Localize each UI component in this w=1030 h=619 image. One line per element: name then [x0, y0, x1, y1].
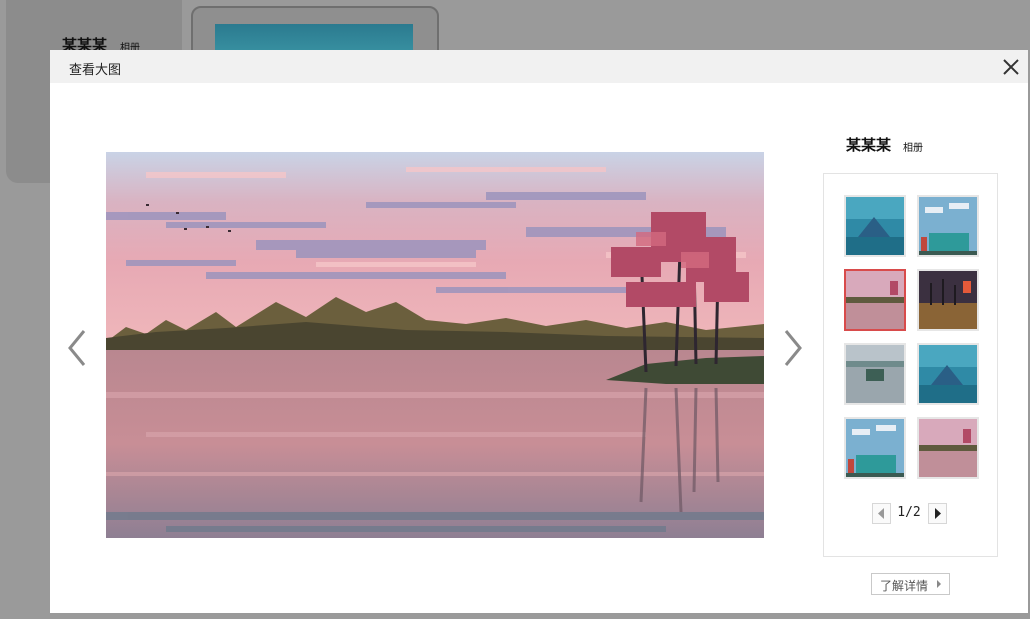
- thumbnail-mountain-lake-2[interactable]: [917, 343, 979, 405]
- thumbnail-teal-house[interactable]: [917, 195, 979, 257]
- triangle-left-icon[interactable]: [872, 503, 891, 524]
- thumbnail-mountain-lake[interactable]: [844, 195, 906, 257]
- close-icon[interactable]: [1000, 56, 1022, 78]
- triangle-right-icon[interactable]: [928, 503, 947, 524]
- thumbnail-panel: 1/2: [823, 173, 998, 557]
- chevron-right-icon[interactable]: [780, 328, 806, 368]
- caret-right-icon: [937, 580, 941, 588]
- album-owner-name: 某某某: [846, 136, 892, 154]
- thumbnail-pink-lake[interactable]: [844, 269, 906, 331]
- thumbnail-pager: 1/2: [872, 503, 950, 525]
- album-label: 相册: [903, 143, 923, 154]
- thumbnail-teal-house-2[interactable]: [844, 417, 906, 479]
- pager-page-indicator: 1/2: [897, 505, 921, 520]
- learn-more-button[interactable]: 了解详情: [871, 573, 950, 595]
- modal-title: 查看大图: [69, 63, 122, 78]
- learn-more-label: 了解详情: [880, 579, 929, 593]
- thumbnail-pink-lake-2[interactable]: [917, 417, 979, 479]
- chevron-left-icon[interactable]: [64, 328, 90, 368]
- thumbnail-palm-sunset[interactable]: [917, 269, 979, 331]
- modal-header: 查看大图: [50, 50, 1028, 83]
- main-image: [106, 152, 764, 538]
- thumbnail-car-lake[interactable]: [844, 343, 906, 405]
- image-viewer-modal: 查看大图 某某某 相册 1/2 了解详情: [50, 50, 1028, 613]
